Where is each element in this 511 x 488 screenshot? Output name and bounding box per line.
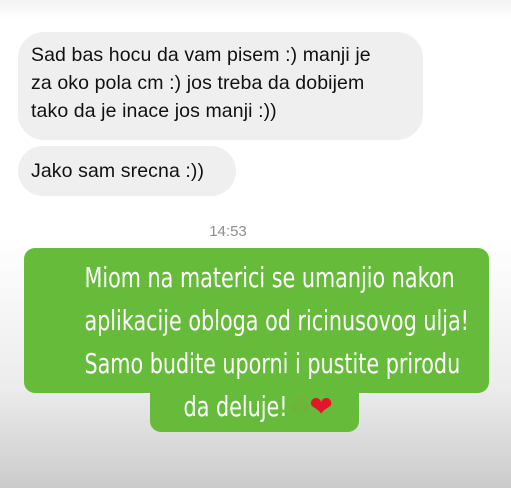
caption-line-last: da deluje!☘❤ — [84, 385, 428, 428]
caption-text: Miom na materici se umanjio nakon aplika… — [84, 256, 469, 428]
caption-line: Samo budite uporni i pustite prirodu — [84, 347, 461, 380]
caption-line-text: da deluje! — [183, 390, 288, 423]
caption-line: aplikacije obloga od ricinusovog ulja! — [84, 304, 469, 337]
caption-line: Miom na materici se umanjio nakon — [84, 261, 455, 294]
red-heart-icon: ❤ — [309, 390, 333, 423]
chat-screenshot: Sad bas hocu da vam pisem :) manji je za… — [0, 0, 511, 488]
caption-overlay: Miom na materici se umanjio nakon aplika… — [0, 0, 511, 488]
